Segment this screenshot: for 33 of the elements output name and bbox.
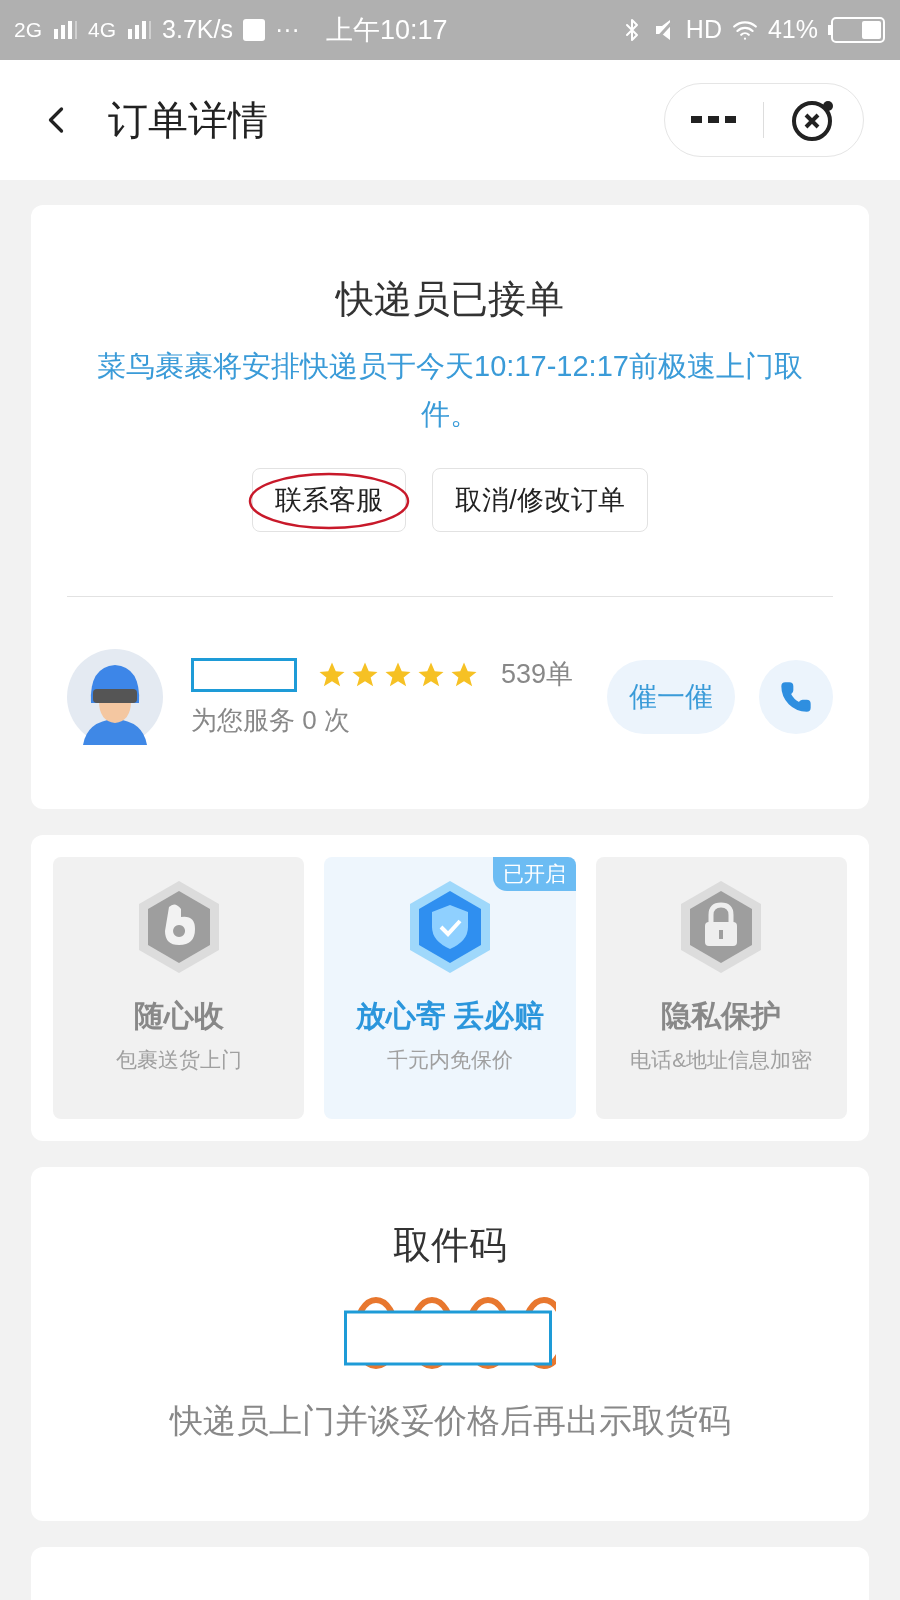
time-text: 上午10:17	[325, 13, 448, 47]
feature-subtitle: 电话&地址信息加密	[630, 1047, 813, 1073]
app-icon	[242, 19, 265, 41]
feature-title: 隐私保护	[661, 998, 782, 1034]
pickup-message: 菜鸟裹裹将安排快递员于今天10:17-12:17前极速上门取件。	[96, 349, 804, 432]
pickup-code-title: 取件码	[393, 1223, 507, 1268]
network-label: 4G	[88, 17, 117, 44]
order-action-button[interactable]: 取消/修改订单	[432, 468, 648, 532]
urge-button[interactable]: 催一催	[607, 660, 735, 734]
signal-icon	[52, 21, 78, 39]
feature-tile[interactable]: 隐私保护 电话&地址信息加密	[595, 857, 847, 1119]
more-icon	[691, 116, 737, 124]
order-count: 539单	[501, 658, 574, 692]
feature-title: 放心寄 丢必赔	[355, 998, 545, 1034]
feature-tile[interactable]: 已开启 放心寄 丢必赔 千元内免保价	[324, 857, 576, 1119]
battery-icon	[828, 17, 886, 43]
order-action-button[interactable]: 联系客服	[252, 468, 407, 532]
served-count: 为您服务 0 次	[191, 703, 351, 737]
phone-icon	[780, 681, 812, 713]
status-title: 快递员已接单	[336, 277, 564, 322]
battery-text: 41%	[767, 14, 818, 46]
feature-tile[interactable]: 随心收 包裹送货上门	[53, 857, 305, 1119]
pickup-note: 快递员上门并谈妥价格后再出示取货码	[169, 1401, 731, 1441]
page-title: 订单详情	[108, 97, 268, 144]
feature-subtitle: 千元内免保价	[387, 1047, 513, 1073]
feature-title: 随心收	[133, 998, 224, 1034]
feature-subtitle: 包裹送货上门	[115, 1047, 242, 1073]
enabled-badge: 已开启	[492, 857, 576, 891]
more-text: ···	[274, 14, 300, 46]
hd-text: HD	[685, 14, 722, 46]
speed-text: 3.7K/s	[162, 14, 233, 46]
signal-icon	[126, 21, 153, 39]
network-label: 2G	[14, 17, 42, 44]
